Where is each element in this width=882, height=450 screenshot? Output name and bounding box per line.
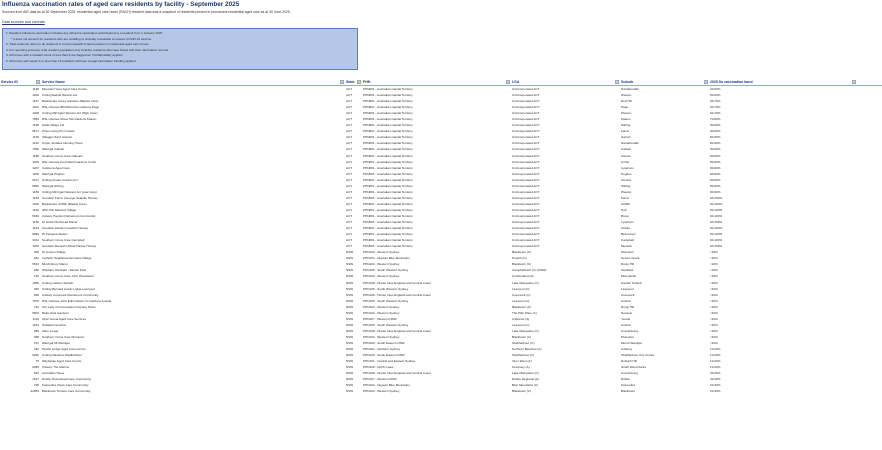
column-header-lga[interactable]: LGA ▾: [511, 79, 620, 85]
filter-dropdown-icon[interactable]: ▾: [36, 80, 40, 85]
column-header-label: 2025 flu vaccination band: [710, 80, 753, 84]
cell-state: NSW: [346, 389, 354, 394]
table-body: 1198 Mountain View Aged Care Centre ACT PHN…: [0, 86, 882, 394]
column-header-label: Suburb: [621, 80, 634, 84]
report-subtitle: Sourced from AIR data as at 30 September…: [2, 9, 291, 14]
cell-band: 20-30%: [710, 389, 721, 394]
filter-dropdown-icon[interactable]: ▾: [340, 80, 344, 85]
filter-dropdown-icon[interactable]: ▾: [506, 80, 510, 85]
cell-name: Blacktown Terrace Care Community: [42, 389, 91, 394]
column-header-name[interactable]: Service Name ▾: [41, 79, 345, 85]
column-header-state[interactable]: State ▾: [345, 79, 362, 85]
caveats-notes-box: 1. Resident influenza vaccination includ…: [2, 28, 358, 70]
table-row: 22953 Blacktown Terrace Care Community NSW…: [0, 388, 882, 394]
column-header-label: Service Name: [42, 80, 65, 84]
column-header-band[interactable]: 2025 flu vaccination band ▾: [709, 79, 857, 85]
report-title: Influenza vaccination rates of aged care…: [2, 1, 240, 8]
column-header-suburb[interactable]: Suburb ▾: [620, 79, 709, 85]
column-header-label: PHN: [363, 80, 371, 84]
column-header-label: State: [346, 80, 355, 84]
vaccination-table: Service ID ▾ Service Name ▾ State ▾ PHN ▾ LGA ▾ Su…: [0, 79, 882, 394]
column-header-label: LGA: [512, 80, 520, 84]
caveats-heading[interactable]: Data sources and caveats: [2, 20, 45, 24]
column-header-id[interactable]: Service ID ▾: [0, 79, 41, 85]
filter-dropdown-icon[interactable]: ▾: [615, 80, 619, 85]
cell-suburb: Blacktown: [621, 389, 635, 394]
caveat-note: 5. All homes with equal to or less than …: [6, 58, 137, 63]
cell-phn: PHN103 - Western Sydney: [363, 389, 400, 394]
column-header-phn[interactable]: PHN ▾: [362, 79, 511, 85]
cell-lga: Blacktown (C): [512, 389, 531, 394]
filter-dropdown-icon[interactable]: ▾: [357, 80, 361, 85]
table-header-row: Service ID ▾ Service Name ▾ State ▾ PHN ▾ LGA ▾ Su…: [0, 79, 882, 86]
column-header-label: Service ID: [1, 80, 18, 84]
filter-dropdown-icon[interactable]: ▾: [704, 80, 708, 85]
cell-id: 22953: [30, 389, 39, 394]
filter-dropdown-icon[interactable]: ▾: [852, 80, 856, 85]
